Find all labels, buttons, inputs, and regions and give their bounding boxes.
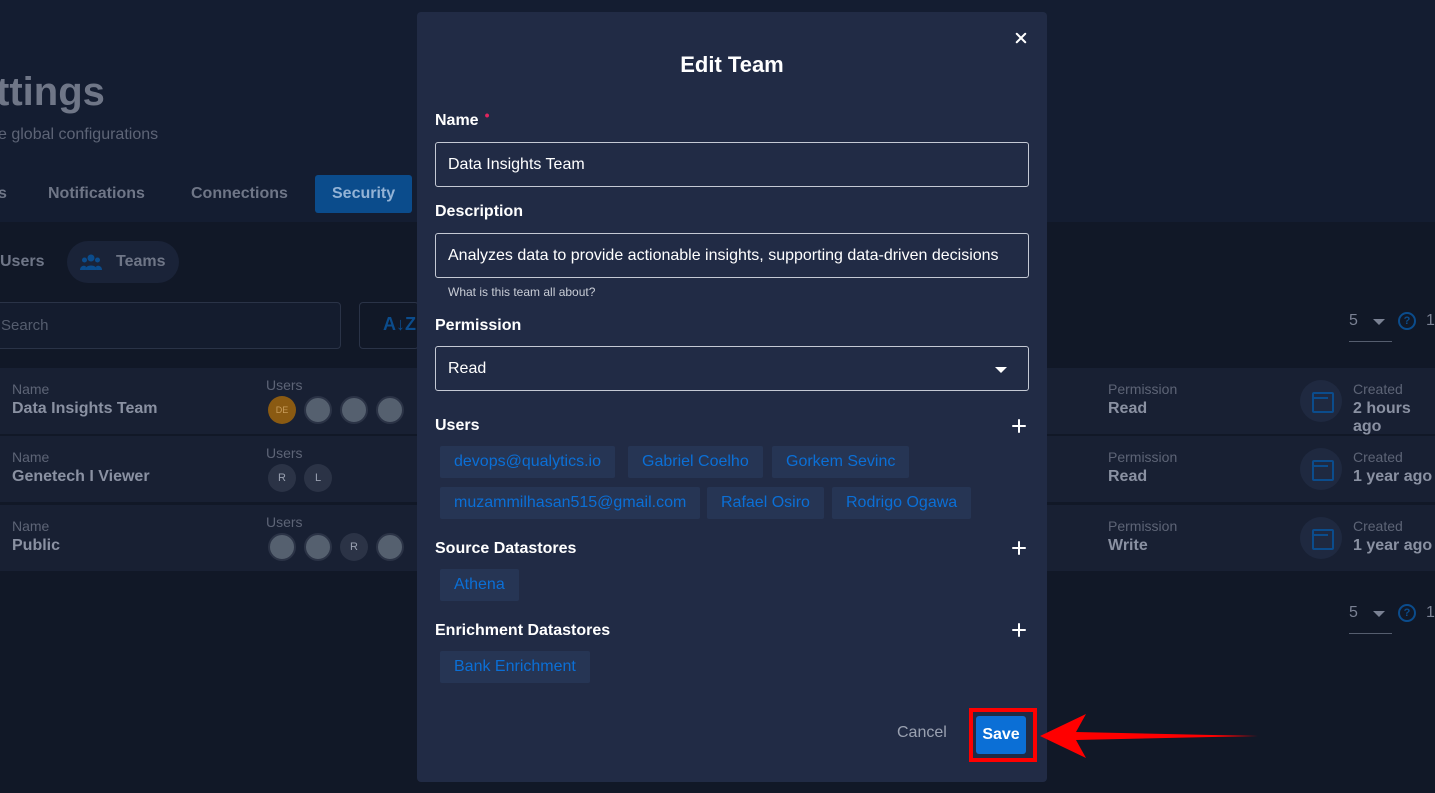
name-label-text: Name bbox=[435, 112, 479, 129]
permission-field-label: Permission bbox=[435, 317, 522, 334]
enrichment-datastores-label: Enrichment Datastores bbox=[435, 622, 611, 639]
users-section-label: Users bbox=[435, 417, 480, 434]
user-chip[interactable]: devops@qualytics.io bbox=[440, 446, 615, 478]
enrichment-datastore-chip[interactable]: Bank Enrichment bbox=[440, 651, 590, 683]
user-chip[interactable]: Gorkem Sevinc bbox=[772, 446, 910, 478]
add-user-icon[interactable] bbox=[1012, 419, 1026, 433]
user-chip[interactable]: Rodrigo Ogawa bbox=[832, 487, 972, 519]
add-source-datastore-icon[interactable] bbox=[1012, 541, 1026, 555]
user-chip[interactable]: muzammilhasan515@gmail.com bbox=[440, 487, 701, 519]
close-icon[interactable] bbox=[1011, 28, 1031, 48]
name-field[interactable]: Data Insights Team bbox=[435, 142, 1029, 187]
user-chip[interactable]: Gabriel Coelho bbox=[628, 446, 763, 478]
pointer-arrow-icon bbox=[1040, 714, 1258, 758]
highlight-box bbox=[969, 708, 1037, 762]
required-indicator: • bbox=[484, 107, 490, 123]
description-field[interactable]: Analyzes data to provide actionable insi… bbox=[435, 233, 1029, 278]
name-field-label: Name • bbox=[435, 107, 489, 130]
add-enrichment-datastore-icon[interactable] bbox=[1012, 623, 1026, 637]
cancel-button[interactable]: Cancel bbox=[897, 724, 947, 742]
user-chip[interactable]: Rafael Osiro bbox=[707, 487, 824, 519]
permission-select[interactable]: Read bbox=[435, 346, 1029, 391]
dialog-title: Edit Team bbox=[680, 52, 784, 77]
edit-team-dialog: Edit Team Name • Data Insights Team Descr… bbox=[417, 12, 1047, 782]
chevron-down-icon[interactable] bbox=[995, 367, 1007, 373]
description-helper-text: What is this team all about? bbox=[448, 285, 596, 299]
source-datastore-chip[interactable]: Athena bbox=[440, 569, 519, 601]
description-field-label: Description bbox=[435, 203, 524, 220]
source-datastores-label: Source Datastores bbox=[435, 540, 577, 557]
